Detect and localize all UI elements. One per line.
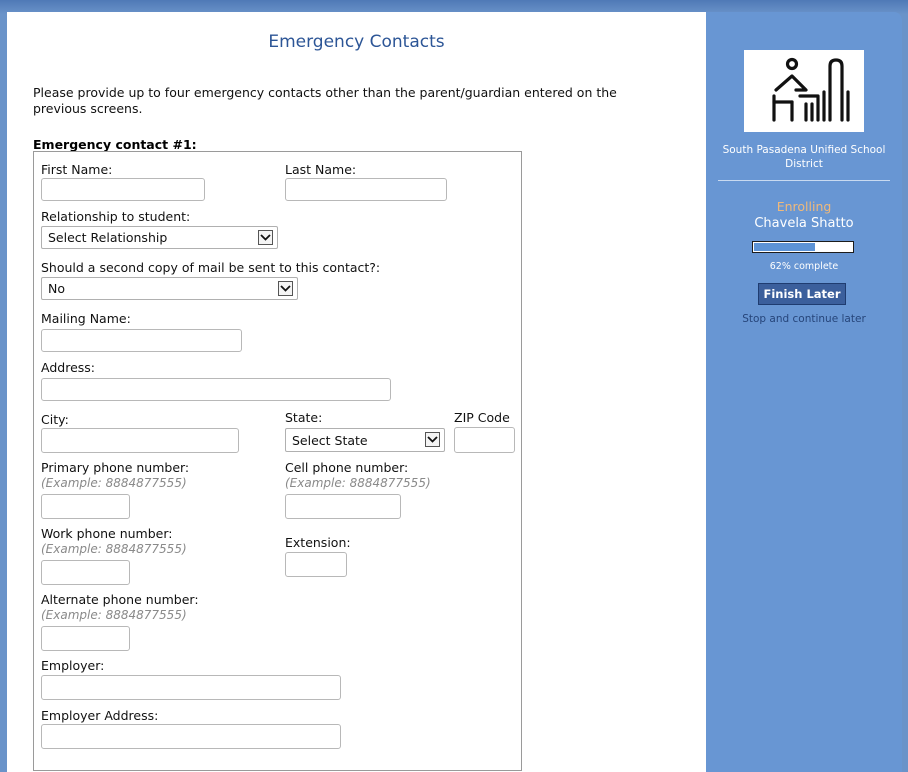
first-name-input[interactable]: [41, 178, 205, 201]
cell-phone-hint: (Example: 8884877555): [285, 476, 431, 490]
chevron-down-icon: [258, 230, 273, 245]
employer-address-input[interactable]: [41, 724, 341, 749]
relationship-select[interactable]: Select Relationship: [41, 226, 278, 249]
relationship-selected-value: Select Relationship: [48, 230, 168, 245]
intro-text: Please provide up to four emergency cont…: [33, 85, 617, 116]
zip-input[interactable]: [454, 427, 515, 453]
progress-text: 62% complete: [769, 261, 839, 272]
employer-input[interactable]: [41, 675, 341, 700]
page-title: Emergency Contacts: [268, 32, 445, 52]
extension-input[interactable]: [285, 552, 347, 577]
enrollment-progress-bar: [752, 241, 854, 253]
state-label: State:: [285, 410, 323, 425]
student-desk-logo-icon: [772, 57, 850, 122]
stop-continue-later-text: Stop and continue later: [742, 313, 866, 325]
emergency-contact-form: First Name: Last Name: Relationship to s…: [33, 151, 522, 771]
primary-phone-hint: (Example: 8884877555): [41, 476, 187, 490]
sidebar-divider: [718, 180, 890, 181]
alternate-phone-input[interactable]: [41, 626, 130, 651]
work-phone-hint: (Example: 8884877555): [41, 542, 187, 556]
state-selected-value: Select State: [292, 432, 368, 448]
work-phone-label: Work phone number:: [41, 526, 173, 541]
address-input[interactable]: [41, 378, 391, 401]
chevron-down-icon: [278, 281, 293, 296]
district-name: South Pasadena Unified School District: [722, 144, 886, 170]
main-content: Emergency Contacts Please provide up to …: [7, 12, 706, 772]
last-name-label: Last Name:: [285, 162, 357, 177]
district-logo: [744, 50, 864, 132]
address-label: Address:: [41, 360, 95, 375]
student-name: Chavela Shatto: [754, 216, 854, 231]
enrollment-status: Enrolling: [776, 199, 832, 214]
cell-phone-input[interactable]: [285, 494, 401, 519]
second-copy-selected-value: No: [48, 281, 65, 296]
primary-phone-input[interactable]: [41, 494, 130, 519]
enrollment-sidebar: South Pasadena Unified School District E…: [706, 12, 902, 772]
cell-phone-label: Cell phone number:: [285, 460, 409, 475]
relationship-label: Relationship to student:: [41, 209, 191, 224]
finish-later-button[interactable]: Finish Later: [758, 283, 846, 305]
state-select[interactable]: Select State: [285, 428, 445, 452]
contact-heading: Emergency contact #1:: [33, 137, 197, 152]
mailing-name-input[interactable]: [41, 329, 242, 352]
chevron-down-icon: [425, 432, 440, 447]
first-name-label: First Name:: [41, 162, 113, 177]
alternate-phone-hint: (Example: 8884877555): [41, 608, 187, 622]
employer-address-label: Employer Address:: [41, 708, 159, 723]
alternate-phone-label: Alternate phone number:: [41, 592, 199, 607]
last-name-input[interactable]: [285, 178, 447, 201]
second-copy-label: Should a second copy of mail be sent to …: [41, 260, 381, 275]
work-phone-input[interactable]: [41, 560, 130, 585]
city-input[interactable]: [41, 428, 239, 453]
primary-phone-label: Primary phone number:: [41, 460, 190, 475]
city-label: City:: [41, 412, 69, 427]
second-copy-select[interactable]: No: [41, 277, 298, 300]
employer-label: Employer:: [41, 658, 105, 673]
progress-fill: [754, 243, 815, 251]
zip-label: ZIP Code: [454, 410, 510, 425]
extension-label: Extension:: [285, 535, 351, 550]
mailing-name-label: Mailing Name:: [41, 311, 131, 326]
